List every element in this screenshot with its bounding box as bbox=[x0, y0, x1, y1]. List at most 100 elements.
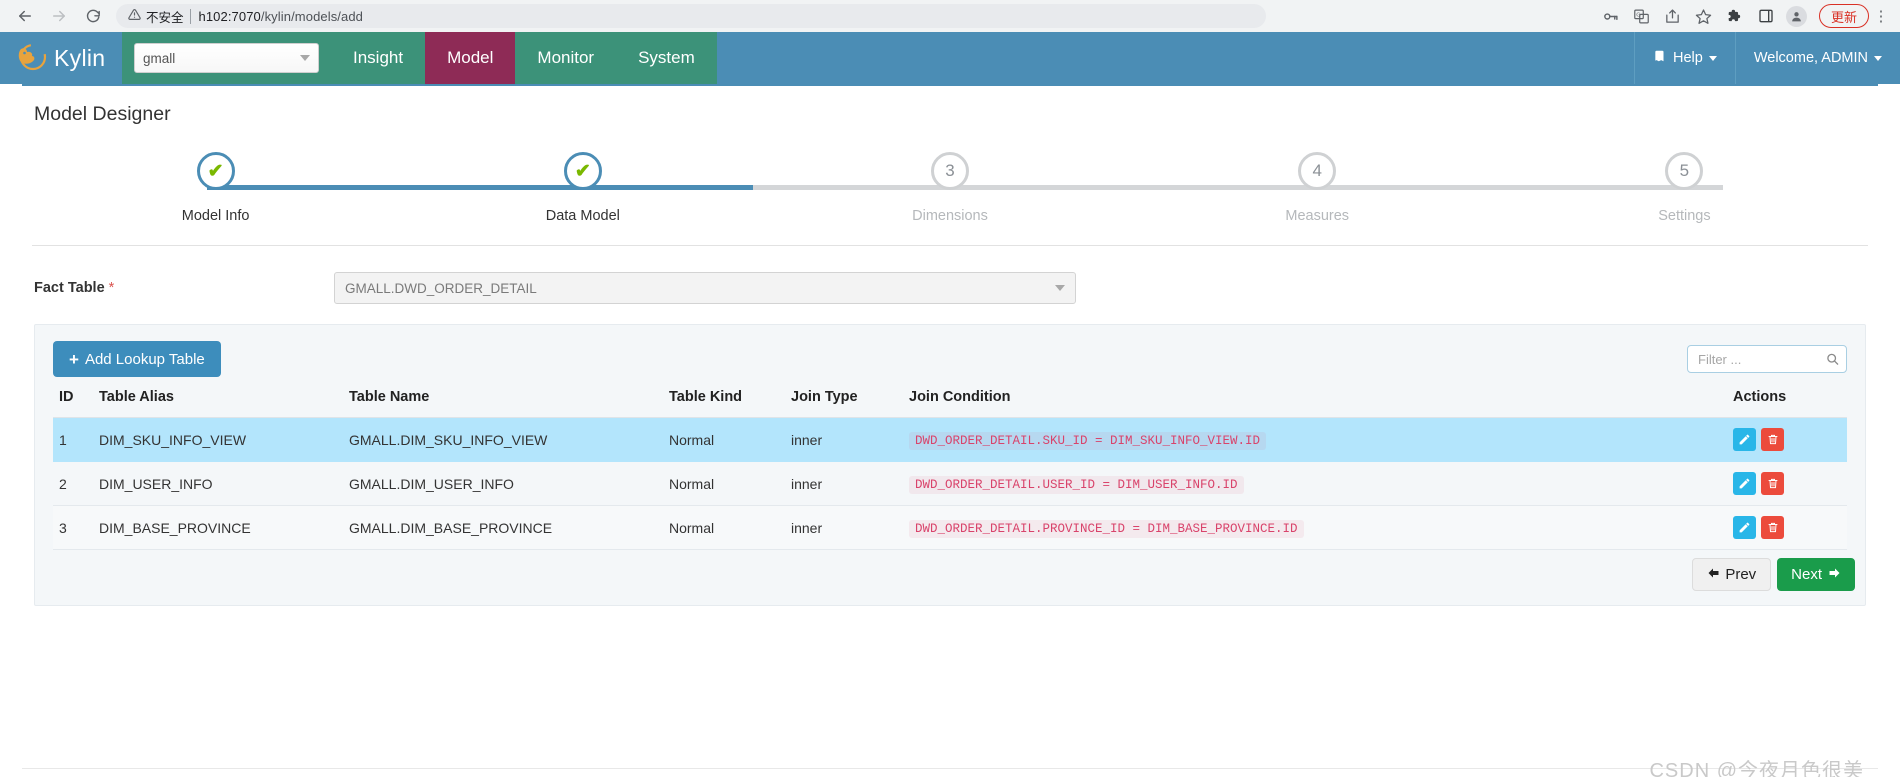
trash-delete-icon[interactable] bbox=[1761, 516, 1784, 539]
column-header-id: ID bbox=[53, 383, 93, 418]
project-select-wrapper: gmall bbox=[122, 32, 331, 84]
wizard-step-label: Data Model bbox=[545, 208, 620, 224]
search-icon[interactable] bbox=[1826, 353, 1839, 366]
nav-item-model[interactable]: Model bbox=[425, 32, 516, 84]
add-lookup-table-label: Add Lookup Table bbox=[84, 350, 205, 368]
security-status-label: 不安全 bbox=[146, 10, 184, 25]
table-header-row: ID Table Alias Table Name Table Kind Joi… bbox=[53, 383, 1847, 418]
navbar-spacer bbox=[716, 32, 1635, 84]
table-row[interactable]: 2 DIM_USER_INFO GMALL.DIM_USER_INFO Norm… bbox=[53, 461, 1847, 506]
wizard-step-label: Measures bbox=[1285, 208, 1350, 224]
cell-table-kind: Normal bbox=[663, 505, 785, 550]
fact-table-select[interactable]: GMALL.DWD_ORDER_DETAIL bbox=[334, 272, 1076, 304]
cell-actions bbox=[1727, 417, 1847, 462]
nav-items: Insight Model Monitor System bbox=[331, 32, 717, 84]
cell-join-type: inner bbox=[785, 461, 903, 506]
wizard-step-settings[interactable]: 5 Settings bbox=[1501, 152, 1868, 224]
chevron-down-icon bbox=[300, 55, 310, 61]
cell-id: 3 bbox=[53, 505, 93, 550]
pencil-edit-icon[interactable] bbox=[1733, 516, 1756, 539]
wizard-step-data-model[interactable]: ✔ Data Model bbox=[399, 152, 766, 224]
cell-actions bbox=[1727, 461, 1847, 506]
url-path: /kylin/models/add bbox=[260, 8, 364, 24]
plus-icon: + bbox=[69, 349, 79, 369]
fact-table-select-value: GMALL.DWD_ORDER_DETAIL bbox=[345, 280, 537, 296]
column-header-table-name: Table Name bbox=[343, 383, 663, 418]
address-bar[interactable]: 不安全 h102:7070/kylin/models/add bbox=[116, 4, 1266, 28]
join-condition-code: DWD_ORDER_DETAIL.SKU_ID = DIM_SKU_INFO_V… bbox=[909, 432, 1267, 450]
nav-item-system[interactable]: System bbox=[616, 32, 717, 84]
row-action-buttons bbox=[1733, 472, 1841, 495]
forward-arrow-icon[interactable] bbox=[44, 2, 74, 30]
table-head: ID Table Alias Table Name Table Kind Joi… bbox=[53, 383, 1847, 418]
url-text: h102:7070/kylin/models/add bbox=[199, 9, 364, 24]
cell-table-name: GMALL.DIM_BASE_PROVINCE bbox=[343, 505, 663, 550]
help-label: Help bbox=[1673, 50, 1703, 66]
avatar bbox=[1786, 5, 1808, 27]
profile-avatar-icon[interactable] bbox=[1783, 3, 1811, 29]
nav-item-insight[interactable]: Insight bbox=[331, 32, 426, 84]
column-header-join-type: Join Type bbox=[785, 383, 903, 418]
watermark: CSDN @今夜月色很美 bbox=[1649, 760, 1864, 777]
trash-delete-icon[interactable] bbox=[1761, 428, 1784, 451]
translate-icon[interactable]: G bbox=[1628, 3, 1656, 29]
pencil-edit-icon[interactable] bbox=[1733, 472, 1756, 495]
wizard-step-circle: ✔ bbox=[196, 152, 235, 190]
wizard-step-circle: 5 bbox=[1665, 152, 1704, 190]
side-panel-icon[interactable] bbox=[1752, 3, 1780, 29]
cell-join-condition: DWD_ORDER_DETAIL.SKU_ID = DIM_SKU_INFO_V… bbox=[903, 417, 1727, 462]
add-lookup-table-button[interactable]: + Add Lookup Table bbox=[53, 341, 221, 377]
chevron-down-icon bbox=[1055, 285, 1065, 291]
arrow-left-icon bbox=[1707, 566, 1720, 583]
fact-table-label: Fact Table * bbox=[34, 280, 334, 296]
cell-actions bbox=[1727, 505, 1847, 550]
cell-join-condition: DWD_ORDER_DETAIL.PROVINCE_ID = DIM_BASE_… bbox=[903, 505, 1727, 550]
bookmark-star-icon[interactable] bbox=[1690, 3, 1718, 29]
panel-toolbar: + Add Lookup Table bbox=[53, 339, 1847, 379]
wizard-step-label: Model Info bbox=[181, 208, 250, 224]
filter-input[interactable] bbox=[1696, 350, 1838, 368]
prev-label: Prev bbox=[1725, 566, 1757, 583]
nav-item-monitor[interactable]: Monitor bbox=[515, 32, 617, 84]
table-row[interactable]: 1 DIM_SKU_INFO_VIEW GMALL.DIM_SKU_INFO_V… bbox=[53, 417, 1847, 462]
row-action-buttons bbox=[1733, 428, 1841, 451]
filter-box[interactable] bbox=[1687, 345, 1847, 373]
cell-join-type: inner bbox=[785, 505, 903, 550]
wizard-step-model-info[interactable]: ✔ Model Info bbox=[32, 152, 399, 224]
arrow-right-icon bbox=[1828, 566, 1841, 583]
brand[interactable]: Kylin bbox=[0, 32, 122, 84]
project-select[interactable]: gmall bbox=[134, 43, 319, 73]
kebab-menu-icon[interactable]: ⋮ bbox=[1872, 7, 1890, 25]
omnibox-divider bbox=[189, 8, 191, 24]
trash-delete-icon[interactable] bbox=[1761, 472, 1784, 495]
wizard-step-dimensions[interactable]: 3 Dimensions bbox=[766, 152, 1133, 224]
svg-text:G: G bbox=[1637, 12, 1641, 18]
extensions-puzzle-icon[interactable] bbox=[1721, 3, 1749, 29]
back-arrow-icon[interactable] bbox=[10, 2, 40, 30]
key-icon[interactable] bbox=[1597, 3, 1625, 29]
reload-icon[interactable] bbox=[78, 2, 108, 30]
warning-triangle-icon bbox=[128, 8, 141, 24]
fact-table-label-text: Fact Table bbox=[34, 280, 105, 296]
next-label: Next bbox=[1791, 566, 1822, 583]
wizard-steps: ✔ Model Info ✔ Data Model 3 Dimensions 4 bbox=[32, 152, 1868, 224]
pencil-edit-icon[interactable] bbox=[1733, 428, 1756, 451]
wizard-step-measures[interactable]: 4 Measures bbox=[1134, 152, 1501, 224]
share-icon[interactable] bbox=[1659, 3, 1687, 29]
chevron-down-icon bbox=[1708, 55, 1717, 61]
cell-join-type: inner bbox=[785, 417, 903, 462]
wizard-stepper: ✔ Model Info ✔ Data Model 3 Dimensions 4 bbox=[32, 138, 1868, 246]
update-button[interactable]: 更新 bbox=[1818, 4, 1869, 28]
cell-table-alias: DIM_USER_INFO bbox=[93, 461, 343, 506]
chevron-down-icon bbox=[1874, 55, 1882, 61]
prev-button[interactable]: Prev bbox=[1692, 558, 1772, 591]
next-button[interactable]: Next bbox=[1777, 558, 1855, 591]
wizard-step-circle: 3 bbox=[931, 152, 969, 190]
table-row[interactable]: 3 DIM_BASE_PROVINCE GMALL.DIM_BASE_PROVI… bbox=[53, 505, 1847, 550]
fact-table-row: Fact Table * GMALL.DWD_ORDER_DETAIL bbox=[34, 268, 1866, 308]
help-menu[interactable]: Help bbox=[1634, 32, 1735, 84]
bottom-divider bbox=[22, 768, 1878, 769]
url-host: h102:7070 bbox=[198, 8, 261, 24]
user-menu[interactable]: Welcome, ADMIN bbox=[1734, 32, 1900, 84]
column-header-actions: Actions bbox=[1727, 383, 1847, 418]
